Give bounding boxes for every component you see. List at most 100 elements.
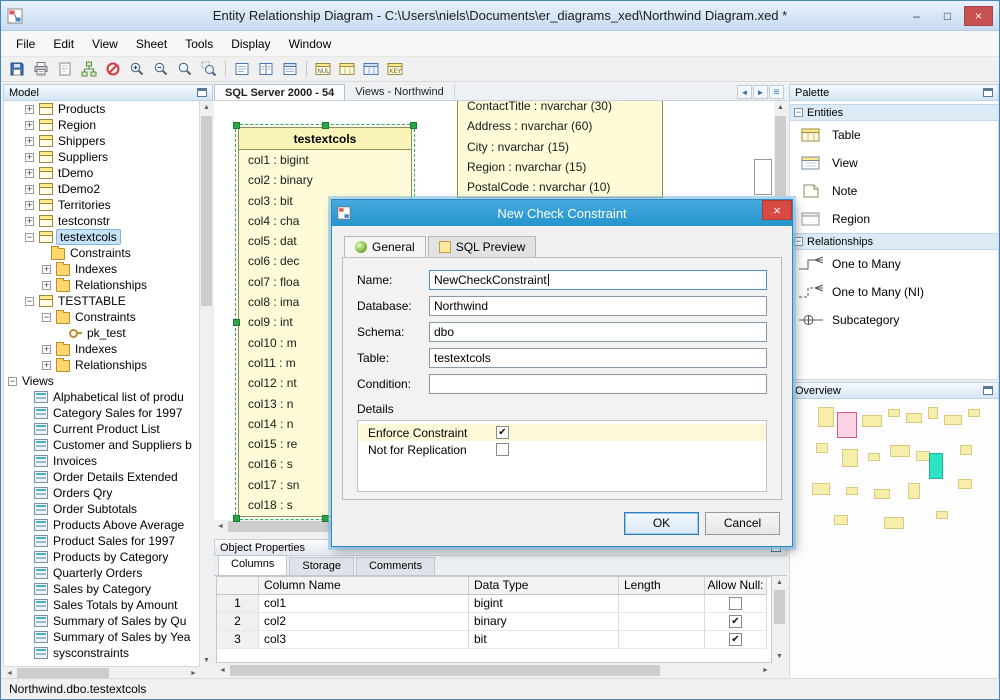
expand-icon[interactable]: + [25, 200, 34, 210]
hide-object-button[interactable] [102, 59, 124, 80]
tree-item-pk-test[interactable]: pk_test [4, 325, 199, 341]
tree-item-summary-of-sales-by-qu[interactable]: Summary of Sales by Qu [4, 613, 199, 629]
tree-item-constraints[interactable]: Constraints [4, 245, 199, 261]
menu-file[interactable]: File [7, 33, 44, 55]
expand-icon[interactable]: + [25, 104, 34, 114]
display-header-button[interactable] [279, 59, 301, 80]
sheet-tab-sql-server-2000-54[interactable]: SQL Server 2000 - 54 [214, 84, 346, 100]
scroll-left-button[interactable]: ◄ [216, 664, 229, 677]
expand-icon[interactable]: + [42, 344, 51, 354]
float-panel-icon[interactable] [197, 88, 207, 97]
model-structure-button[interactable] [78, 59, 100, 80]
palette-item-subcategory[interactable]: Subcategory [790, 306, 998, 334]
tree-item-sysconstraints[interactable]: sysconstraints [4, 645, 199, 661]
display-names-button[interactable] [231, 59, 253, 80]
tree-item-sales-totals-by-amount[interactable]: Sales Totals by Amount [4, 597, 199, 613]
collapse-icon[interactable]: − [42, 312, 51, 322]
table-row[interactable]: 3 col3 bit ✔ [217, 631, 771, 649]
expand-icon[interactable]: + [25, 216, 34, 226]
entity-column[interactable]: ContactTitle : nvarchar (30) [458, 101, 662, 116]
tab-comments[interactable]: Comments [355, 557, 436, 575]
tree-item-territories[interactable]: + Territories [4, 197, 199, 213]
palette-section-entities[interactable]: − Entities [790, 104, 998, 121]
minimap-viewport[interactable] [837, 412, 857, 438]
cell-data-type[interactable]: bit [469, 631, 619, 649]
field-input-table[interactable]: testextcols [429, 348, 767, 368]
tab-columns[interactable]: Columns [218, 555, 288, 575]
palette-item-one-to-many-ni[interactable]: One to Many (NI) [790, 278, 998, 306]
tree-item-invoices[interactable]: Invoices [4, 453, 199, 469]
display-columns-button[interactable] [255, 59, 277, 80]
ok-button[interactable]: OK [624, 512, 699, 535]
scroll-thumb[interactable] [230, 665, 660, 676]
zoom-in-button[interactable] [126, 59, 148, 80]
tree-item-indexes[interactable]: + Indexes [4, 341, 199, 357]
collapse-icon[interactable]: − [794, 237, 803, 246]
zoom-actual-button[interactable] [174, 59, 196, 80]
scroll-right-button[interactable]: ► [759, 664, 772, 677]
cell-length[interactable] [619, 631, 705, 649]
resize-handle[interactable] [233, 319, 240, 326]
cell-column-name[interactable]: col3 [259, 631, 469, 649]
palette-section-relationships[interactable]: − Relationships [790, 233, 998, 250]
palette-item-table[interactable]: Table [790, 121, 998, 149]
tree-item-alphabetical-list-of-produ[interactable]: Alphabetical list of produ [4, 389, 199, 405]
grid-header-allow-null[interactable]: Allow Null: [705, 577, 767, 595]
tree-item-orders-qry[interactable]: Orders Qry [4, 485, 199, 501]
option-checkbox[interactable] [496, 443, 509, 456]
field-input-condition[interactable] [429, 374, 767, 394]
entity-column[interactable]: Region : nvarchar (15) [458, 157, 662, 177]
table-blue-button[interactable] [360, 59, 382, 80]
new-sheet-button[interactable] [54, 59, 76, 80]
save-button[interactable] [6, 59, 28, 80]
model-tree-vertical-scrollbar[interactable]: ▲ ▼ [200, 101, 213, 667]
zoom-region-button[interactable] [198, 59, 220, 80]
tree-item-tdemo2[interactable]: + tDemo2 [4, 181, 199, 197]
float-panel-icon[interactable] [983, 386, 993, 395]
table-row[interactable]: 2 col2 binary ✔ [217, 613, 771, 631]
menu-sheet[interactable]: Sheet [127, 33, 176, 55]
cell-length[interactable] [619, 595, 705, 613]
palette-item-region[interactable]: Region [790, 205, 998, 233]
expand-icon[interactable]: + [42, 264, 51, 274]
tree-item-quarterly-orders[interactable]: Quarterly Orders [4, 565, 199, 581]
cell-data-type[interactable]: bigint [469, 595, 619, 613]
scroll-up-button[interactable]: ▲ [200, 101, 213, 114]
cell-column-name[interactable]: col1 [259, 595, 469, 613]
scroll-left-button[interactable]: ◄ [214, 520, 227, 533]
menu-view[interactable]: View [83, 33, 127, 55]
maximize-button[interactable]: □ [933, 6, 962, 26]
tree-item-shippers[interactable]: + Shippers [4, 133, 199, 149]
grid-header-data-type[interactable]: Data Type [469, 577, 619, 595]
grid-header-column-name[interactable]: Column Name [259, 577, 469, 595]
tree-item-indexes[interactable]: + Indexes [4, 261, 199, 277]
tab-storage[interactable]: Storage [289, 557, 354, 575]
entity-column[interactable]: col2 : binary [239, 170, 411, 190]
palette-item-one-to-many[interactable]: One to Many [790, 250, 998, 278]
expand-icon[interactable]: + [42, 280, 51, 290]
row-number[interactable]: 3 [217, 631, 259, 649]
scroll-thumb[interactable] [774, 590, 785, 624]
float-panel-icon[interactable] [983, 88, 993, 97]
resize-handle[interactable] [233, 515, 240, 522]
sheet-list-button[interactable]: ≡ [769, 85, 784, 99]
entity-title[interactable]: testextcols [239, 128, 411, 150]
tree-item-tdemo[interactable]: + tDemo [4, 165, 199, 181]
expand-icon[interactable]: + [25, 184, 34, 194]
tree-item-current-product-list[interactable]: Current Product List [4, 421, 199, 437]
menu-display[interactable]: Display [222, 33, 279, 55]
collapse-icon[interactable]: − [8, 376, 17, 386]
tree-item-customer-and-suppliers-b[interactable]: Customer and Suppliers b [4, 437, 199, 453]
entity-column[interactable]: Address : nvarchar (60) [458, 116, 662, 136]
cancel-button[interactable]: Cancel [705, 512, 780, 535]
tree-item-views[interactable]: − Views [4, 373, 199, 389]
row-number[interactable]: 2 [217, 613, 259, 631]
expand-icon[interactable]: + [25, 168, 34, 178]
scroll-up-button[interactable]: ▲ [774, 101, 787, 114]
option-checkbox[interactable]: ✔ [496, 426, 509, 439]
table-null-button[interactable]: NUL [312, 59, 334, 80]
resize-handle[interactable] [410, 122, 417, 129]
tree-item-region[interactable]: + Region [4, 117, 199, 133]
resize-handle[interactable] [233, 122, 240, 129]
table-row[interactable]: 1 col1 bigint [217, 595, 771, 613]
